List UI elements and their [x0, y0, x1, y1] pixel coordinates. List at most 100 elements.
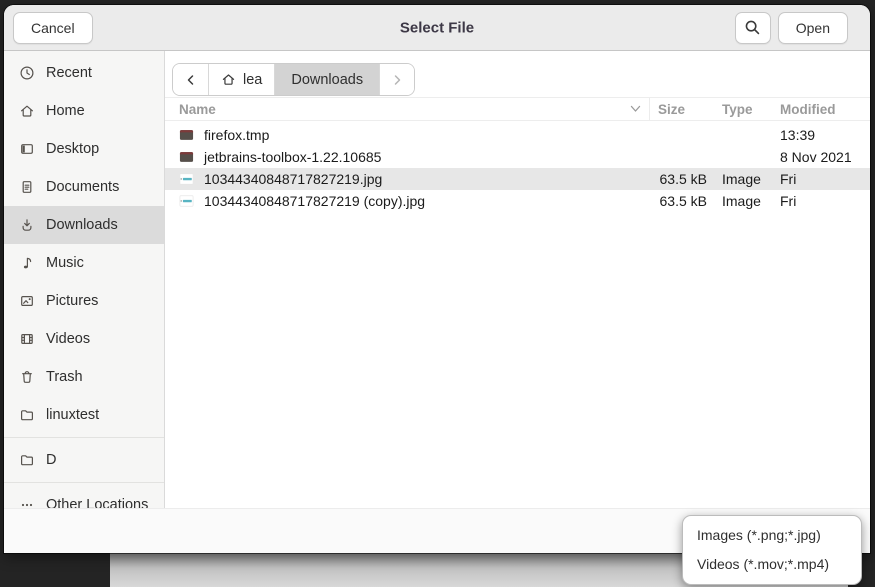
chevron-left-icon: [185, 74, 197, 86]
sidebar-entry: linuxtest: [4, 396, 164, 438]
sidebar-entry: Recent: [4, 54, 164, 92]
path-bar: lea Downloads: [172, 63, 415, 96]
sidebar-item[interactable]: D: [4, 441, 164, 479]
sidebar-entry: Pictures: [4, 282, 164, 320]
sidebar-item[interactable]: Music: [4, 244, 164, 282]
file-row[interactable]: jetbrains-toolbox-1.22.10685 8 Nov 2021: [165, 146, 870, 168]
other-locations-icon: [19, 497, 35, 508]
sidebar-separator: [4, 482, 164, 483]
file-modified: 13:39: [770, 127, 860, 143]
file-modified: Fri: [770, 193, 860, 209]
music-icon: [19, 255, 35, 271]
file-modified: 8 Nov 2021: [770, 149, 860, 165]
desktop-icon: [19, 141, 35, 157]
file-name-cell: 10344340848717827219.jpg: [165, 171, 650, 187]
sort-indicator-icon: [630, 105, 641, 113]
file-name: 10344340848717827219.jpg: [204, 171, 382, 187]
screen-background: Cancel Select File Open Recent: [0, 0, 875, 587]
file-type: Image: [712, 171, 770, 187]
sidebar-item[interactable]: Other Locations: [4, 486, 164, 508]
file-row[interactable]: 10344340848717827219 (copy).jpg 63.5 kB …: [165, 190, 870, 212]
sidebar-item[interactable]: Pictures: [4, 282, 164, 320]
sidebar-entry: Desktop: [4, 130, 164, 168]
sidebar-item-label: Home: [46, 103, 85, 119]
sidebar-item[interactable]: Home: [4, 92, 164, 130]
sidebar-item-label: Other Locations: [46, 497, 148, 508]
sidebar-entry: Other Locations: [4, 486, 164, 508]
folder-icon: [19, 452, 35, 468]
file-modified: Fri: [770, 171, 860, 187]
filter-menu-item[interactable]: Videos (*.mov;*.mp4): [683, 550, 861, 579]
sidebar-entry: Documents: [4, 168, 164, 206]
sidebar-item-label: Desktop: [46, 141, 99, 157]
file-list-header: Name Size Type Modified: [165, 97, 870, 121]
sidebar: Recent Home: [4, 51, 165, 508]
breadcrumb-current-folder[interactable]: Downloads: [275, 64, 380, 95]
folder-solid-icon: [178, 150, 195, 164]
cancel-button[interactable]: Cancel: [13, 12, 93, 44]
file-name: 10344340848717827219 (copy).jpg: [204, 193, 425, 209]
sidebar-item[interactable]: Downloads: [4, 206, 164, 244]
file-pane: lea Downloads Name Size Type: [165, 51, 870, 508]
filter-menu-item[interactable]: Images (*.png;*.jpg): [683, 521, 861, 550]
forward-button[interactable]: [380, 64, 414, 95]
file-type: Image: [712, 193, 770, 209]
file-chooser-dialog: Cancel Select File Open Recent: [4, 5, 870, 553]
file-size: 63.5 kB: [650, 171, 712, 187]
column-header-type[interactable]: Type: [712, 102, 770, 117]
chevron-right-icon: [391, 74, 403, 86]
file-name: jetbrains-toolbox-1.22.10685: [204, 149, 381, 165]
sidebar-item[interactable]: Desktop: [4, 130, 164, 168]
documents-icon: [19, 179, 35, 195]
sidebar-item[interactable]: linuxtest: [4, 396, 164, 434]
file-size: 63.5 kB: [650, 193, 712, 209]
sidebar-item-label: Videos: [46, 331, 90, 347]
file-name-cell: firefox.tmp: [165, 127, 650, 143]
home-icon: [221, 72, 236, 87]
open-button[interactable]: Open: [778, 12, 848, 44]
sidebar-entry: Home: [4, 92, 164, 130]
pathbar-row: lea Downloads: [165, 51, 870, 97]
videos-icon: [19, 331, 35, 347]
sidebar-entry: Videos: [4, 320, 164, 358]
image-thumbnail-icon: [178, 194, 195, 208]
image-thumbnail-icon: [178, 172, 195, 186]
dialog-titlebar: Cancel Select File Open: [4, 5, 870, 51]
sidebar-item-label: Recent: [46, 65, 92, 81]
dialog-title: Select File: [400, 19, 474, 36]
breadcrumb-home[interactable]: lea: [209, 64, 275, 95]
file-list: firefox.tmp 13:39 jetbrains-toolbox-1.22…: [165, 121, 870, 508]
home-icon: [19, 103, 35, 119]
sidebar-entry: D: [4, 441, 164, 483]
sidebar-item-label: D: [46, 452, 56, 468]
sidebar-item-label: Trash: [46, 369, 83, 385]
column-header-name[interactable]: Name: [165, 98, 650, 120]
folder-solid-icon: [178, 128, 195, 142]
search-icon: [744, 19, 761, 36]
sidebar-item-label: linuxtest: [46, 407, 99, 423]
file-filter-menu: Images (*.png;*.jpg) Videos (*.mov;*.mp4…: [682, 515, 862, 585]
file-name-cell: jetbrains-toolbox-1.22.10685: [165, 149, 650, 165]
sidebar-item-label: Downloads: [46, 217, 118, 233]
file-name: firefox.tmp: [204, 127, 269, 143]
sidebar-item[interactable]: Documents: [4, 168, 164, 206]
back-button[interactable]: [173, 64, 209, 95]
search-button[interactable]: [735, 12, 771, 44]
column-header-size[interactable]: Size: [650, 102, 712, 117]
file-row[interactable]: firefox.tmp 13:39: [165, 124, 870, 146]
sidebar-item[interactable]: Trash: [4, 358, 164, 396]
downloads-icon: [19, 217, 35, 233]
sidebar-separator: [4, 437, 164, 438]
sidebar-entry: Music: [4, 244, 164, 282]
column-header-name-label: Name: [179, 102, 216, 117]
pictures-icon: [19, 293, 35, 309]
column-header-modified[interactable]: Modified: [770, 102, 860, 117]
sidebar-item-label: Documents: [46, 179, 119, 195]
file-row[interactable]: 10344340848717827219.jpg 63.5 kB Image F…: [165, 168, 870, 190]
recent-icon: [19, 65, 35, 81]
sidebar-item-label: Pictures: [46, 293, 98, 309]
sidebar-item[interactable]: Recent: [4, 54, 164, 92]
sidebar-item-label: Music: [46, 255, 84, 271]
sidebar-item[interactable]: Videos: [4, 320, 164, 358]
sidebar-entry: Downloads: [4, 206, 164, 244]
